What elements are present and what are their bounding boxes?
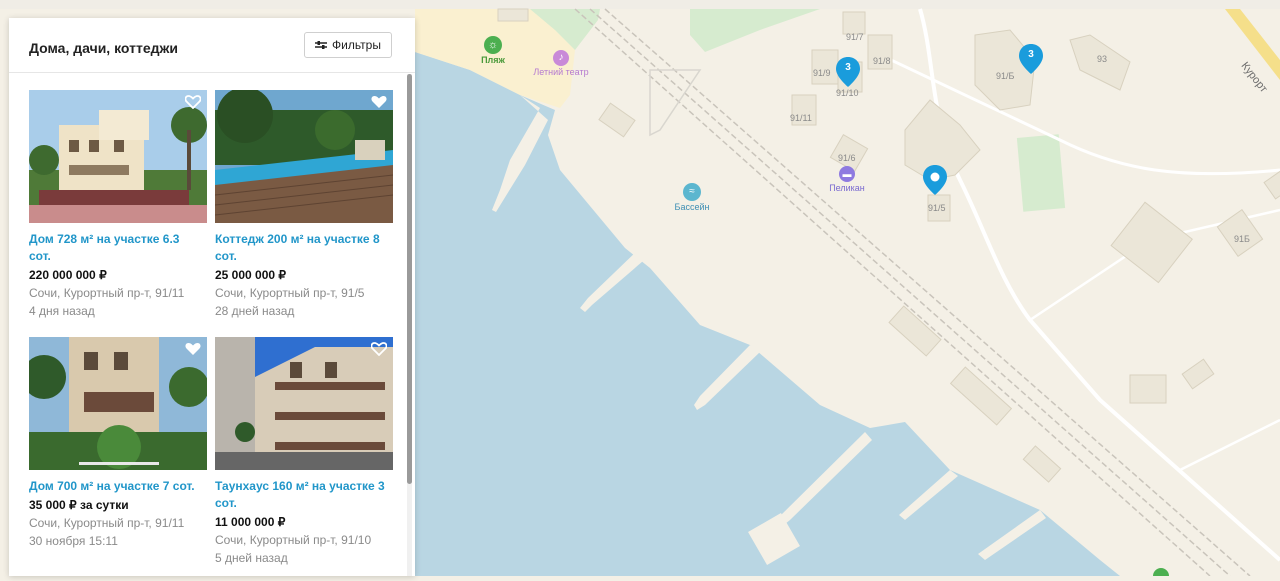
poi-beach-label: Пляж [481, 55, 505, 65]
favorite-heart-icon[interactable] [185, 95, 201, 109]
pin-icon [923, 165, 947, 195]
favorite-heart-icon[interactable] [185, 342, 201, 356]
listing-photo[interactable] [29, 90, 207, 223]
panel-header: Дома, дачи, коттеджи Фильтры [9, 18, 415, 73]
listing-date: 4 дня назад [29, 304, 95, 318]
building-label: 91/5 [928, 203, 946, 213]
building-label: 91Б [1234, 234, 1250, 244]
listing-price: 11 000 000 ₽ [215, 515, 286, 529]
hotel-icon: ▬ [839, 166, 855, 182]
listings-panel: Дома, дачи, коттеджи Фильтры Дом 728 м² … [9, 18, 415, 576]
poi-summer-theater-label: Летний театр [533, 67, 589, 77]
listing-title[interactable]: Таунхаус 160 м² на участке 3 сот. [215, 478, 393, 512]
poi-pelican-label: Пеликан [829, 183, 865, 193]
scrollbar[interactable] [407, 74, 412, 576]
building-label: 91/7 [846, 32, 864, 42]
cluster-count: 3 [1028, 49, 1034, 60]
beach-icon: ☼ [484, 36, 502, 54]
listing-date: 30 ноября 15:11 [29, 534, 118, 548]
listing-title[interactable]: Дом 700 м² на участке 7 сот. [29, 478, 207, 495]
favorite-heart-icon[interactable] [371, 95, 387, 109]
building-label: 91/Б [996, 71, 1015, 81]
map-cluster-pin[interactable]: 3 [836, 57, 860, 87]
listing-address: Сочи, Курортный пр-т, 91/11 [29, 286, 185, 300]
poi-beach[interactable]: ☼ Пляж [478, 36, 508, 65]
listing-title-line: сот. [215, 249, 237, 263]
scrollbar-thumb[interactable] [407, 74, 412, 484]
cluster-count: 3 [845, 62, 851, 73]
filters-icon [315, 41, 328, 49]
listing-title-line: сот. [215, 496, 237, 510]
listing-title[interactable]: Дом 728 м² на участке 6.3 сот. [29, 231, 207, 265]
listing-title-line: Дом 700 м² на участке 7 сот. [29, 479, 195, 493]
poi-pool[interactable]: ≈ Бассейн [670, 183, 714, 212]
listing-price: 35 000 ₽ за сутки [29, 498, 129, 512]
poi-pool-label: Бассейн [674, 202, 710, 212]
poi-summer-theater[interactable]: ♪ Летний театр [528, 50, 594, 77]
pool-icon: ≈ [683, 183, 701, 201]
listing-photo[interactable] [215, 337, 393, 470]
listing-title-line: Таунхаус 160 м² на участке 3 [215, 479, 385, 493]
building-label: 91/8 [873, 56, 891, 66]
poi-pelican[interactable]: ▬ Пеликан [826, 166, 868, 193]
listing-card[interactable]: Таунхаус 160 м² на участке 3 сот. 11 000… [215, 337, 393, 567]
listing-title-line: Коттедж 200 м² на участке 8 [215, 232, 380, 246]
building-label: 91/11 [790, 113, 812, 123]
listing-date: 5 дней назад [215, 551, 288, 565]
listing-card[interactable]: Дом 728 м² на участке 6.3 сот. 220 000 0… [29, 90, 207, 320]
listing-title-line: сот. [29, 249, 51, 263]
listing-title-line: Дом 728 м² на участке 6.3 [29, 232, 180, 246]
favorite-heart-icon[interactable] [371, 342, 387, 356]
map-pin[interactable] [923, 165, 947, 195]
listing-date: 28 дней назад [215, 304, 295, 318]
map-cluster-pin[interactable]: 3 [1019, 44, 1043, 74]
building-label: 91/9 [813, 68, 831, 78]
panel-title: Дома, дачи, коттеджи [29, 40, 179, 56]
listing-price: 25 000 000 ₽ [215, 268, 287, 282]
listing-address: Сочи, Курортный пр-т, 91/10 [215, 533, 372, 547]
listing-price: 220 000 000 ₽ [29, 268, 107, 282]
filters-label: Фильтры [332, 38, 381, 52]
listing-card[interactable]: Дом 700 м² на участке 7 сот. 35 000 ₽ за… [29, 337, 207, 550]
building-label: 91/10 [836, 88, 859, 98]
building-label: 91/6 [838, 153, 856, 163]
listing-photo[interactable] [29, 337, 207, 470]
filters-button[interactable]: Фильтры [304, 32, 392, 58]
building-label: 93 [1097, 54, 1108, 64]
listing-card[interactable]: Коттедж 200 м² на участке 8 сот. 25 000 … [215, 90, 393, 320]
listing-title[interactable]: Коттедж 200 м² на участке 8 сот. [215, 231, 393, 265]
listing-photo[interactable] [215, 90, 393, 223]
listing-address: Сочи, Курортный пр-т, 91/5 [215, 286, 365, 300]
music-icon: ♪ [553, 50, 569, 66]
listing-address: Сочи, Курортный пр-т, 91/11 [29, 516, 185, 530]
